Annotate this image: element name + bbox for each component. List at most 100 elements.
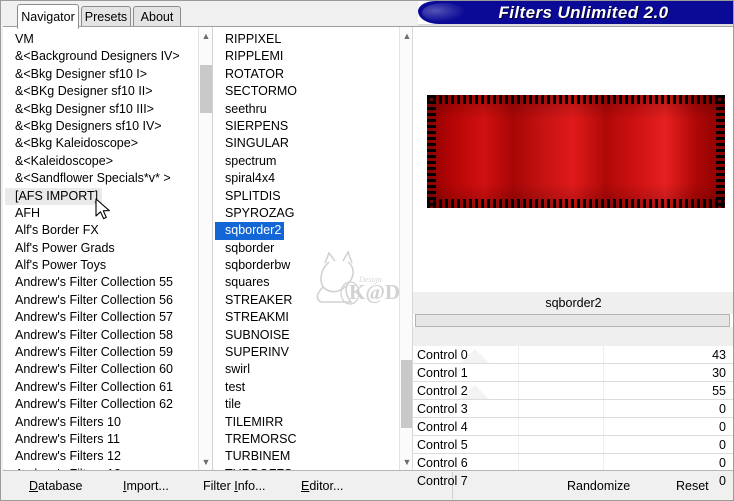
tab-presets-label: Presets [84,10,128,24]
scroll-up-icon[interactable]: ▲ [199,27,213,44]
category-item[interactable]: Andrew's Filter Collection 60 [5,361,201,378]
category-item[interactable]: AFH [5,205,201,222]
category-item[interactable]: &<Sandflower Specials*v* > [5,170,201,187]
category-list[interactable]: VM &<Background Designers IV> &<Bkg Desi… [5,27,201,470]
filter-item[interactable]: seethru [215,101,411,118]
list-item: seethru [215,101,411,118]
filter-item[interactable]: RIPPIXEL [215,31,411,48]
accelerator-letter: D [29,478,39,493]
accelerator-letter: I [123,478,127,493]
category-item[interactable]: Andrew's Filter Collection 55 [5,274,201,291]
category-item[interactable]: Andrew's Filter Collection 58 [5,327,201,344]
control-tick [518,436,519,453]
category-item[interactable]: Andrew's Filter Collection 62 [5,396,201,413]
category-item[interactable]: Andrew's Filters 11 [5,431,201,448]
category-item[interactable]: Andrew's Filters 12 [5,448,201,465]
filter-item[interactable]: ROTATOR [215,66,411,83]
filter-item[interactable]: squares [215,274,411,291]
filter-item[interactable]: spiral4x4 [215,170,411,187]
preview-gradient [427,95,725,208]
category-item[interactable]: Alf's Power Grads [5,240,201,257]
category-item[interactable]: Andrew's Filter Collection 59 [5,344,201,361]
category-item[interactable]: Andrew's Filter Collection 61 [5,379,201,396]
filter-item[interactable]: sqborder [215,240,411,257]
category-item[interactable]: Andrew's Filter Collection 57 [5,309,201,326]
filter-item[interactable]: TILEMIRR [215,414,411,431]
current-filter-name-bar: sqborder2 [413,292,733,314]
scrollbar-thumb[interactable] [200,65,212,113]
control-row[interactable]: Control 2 55 [413,382,733,400]
editor-button[interactable]: Editor... [301,471,343,500]
filter-item[interactable]: SPLITDIS [215,188,411,205]
list-item: squares [215,274,411,291]
control-row[interactable]: Control 3 0 [413,400,733,418]
control-label: Control 0 [417,347,468,362]
filter-item[interactable]: SUBNOISE [215,327,411,344]
category-list-scrollbar[interactable]: ▲ ▼ [198,27,212,470]
filter-item[interactable]: STREAKER [215,292,411,309]
filter-item[interactable]: tile [215,396,411,413]
category-item[interactable]: &<Bkg Designer sf10 I> [5,66,201,83]
category-item[interactable]: Alf's Power Toys [5,257,201,274]
list-item: TURBINEM [215,448,411,465]
category-item-afs-import[interactable]: [AFS IMPORT] [5,187,103,205]
list-item: &<Kaleidoscope> [5,153,201,170]
preset-slider-track[interactable] [415,314,730,327]
category-item[interactable]: Alf's Border FX [5,222,201,239]
filter-item[interactable]: sqborderbw [215,257,411,274]
app-title: Filters Unlimited 2.0 [498,2,669,22]
filter-info-button[interactable]: Filter Info... [203,471,266,500]
list-item: Alf's Border FX [5,222,201,239]
control-row[interactable]: Control 0 43 [413,346,733,364]
category-item[interactable]: &<Kaleidoscope> [5,153,201,170]
category-item[interactable]: &<Background Designers IV> [5,48,201,65]
tab-navigator[interactable]: Navigator [17,4,79,29]
randomize-button[interactable]: Randomize [567,471,630,500]
list-item: SUPERINV [215,344,411,361]
filter-item[interactable]: SPYROZAG [215,205,411,222]
control-label: Control 5 [417,437,468,452]
list-item: &<Bkg Designers sf10 IV> [5,118,201,135]
control-row[interactable]: Control 5 0 [413,436,733,454]
list-item: [AFS IMPORT] [5,187,201,205]
filter-list[interactable]: RIPPIXEL RIPPLEMI ROTATOR SECTORMO seeth… [215,27,411,470]
control-label: Control 2 [417,383,468,398]
filter-list-scrollbar[interactable]: ▲ ▼ [399,27,413,470]
filter-item-selected[interactable]: sqborder2 [215,222,285,240]
control-tick [603,382,604,399]
filter-item[interactable]: TURBINEM [215,448,411,465]
list-item: VM [5,31,201,48]
category-item[interactable]: Andrew's Filter Collection 56 [5,292,201,309]
control-row[interactable]: Control 1 30 [413,364,733,382]
category-item[interactable]: &<Bkg Designer sf10 III> [5,101,201,118]
list-item: Andrew's Filter Collection 61 [5,379,201,396]
filter-item[interactable]: SUPERINV [215,344,411,361]
database-button[interactable]: Database [29,471,83,500]
reset-button[interactable]: Reset [676,471,709,500]
list-item: Andrew's Filter Collection 58 [5,327,201,344]
bottom-toolbar: Database Import... Filter Info... Editor… [3,470,733,500]
category-item[interactable]: VM [5,31,201,48]
category-item[interactable]: &<Bkg Kaleidoscope> [5,135,201,152]
filter-preview-image[interactable] [427,95,725,208]
filter-item[interactable]: swirl [215,361,411,378]
filter-item[interactable]: spectrum [215,153,411,170]
filter-item[interactable]: SIERPENS [215,118,411,135]
filter-item[interactable]: TREMORSC [215,431,411,448]
category-item[interactable]: &<Bkg Designers sf10 IV> [5,118,201,135]
filters-unlimited-window: Filters Unlimited 2.0 Navigator Presets … [0,0,734,501]
filter-item[interactable]: test [215,379,411,396]
filter-item[interactable]: RIPPLEMI [215,48,411,65]
tab-about[interactable]: About [133,6,181,27]
list-item: &<BKg Designer sf10 II> [5,83,201,100]
scroll-down-icon[interactable]: ▼ [199,453,213,470]
category-item[interactable]: &<BKg Designer sf10 II> [5,83,201,100]
control-row[interactable]: Control 4 0 [413,418,733,436]
list-item: Alf's Power Toys [5,257,201,274]
filter-item[interactable]: SECTORMO [215,83,411,100]
category-item[interactable]: Andrew's Filters 10 [5,414,201,431]
filter-item[interactable]: STREAKMI [215,309,411,326]
tab-presets[interactable]: Presets [81,6,131,27]
import-button[interactable]: Import... [123,471,169,500]
filter-item[interactable]: SINGULAR [215,135,411,152]
